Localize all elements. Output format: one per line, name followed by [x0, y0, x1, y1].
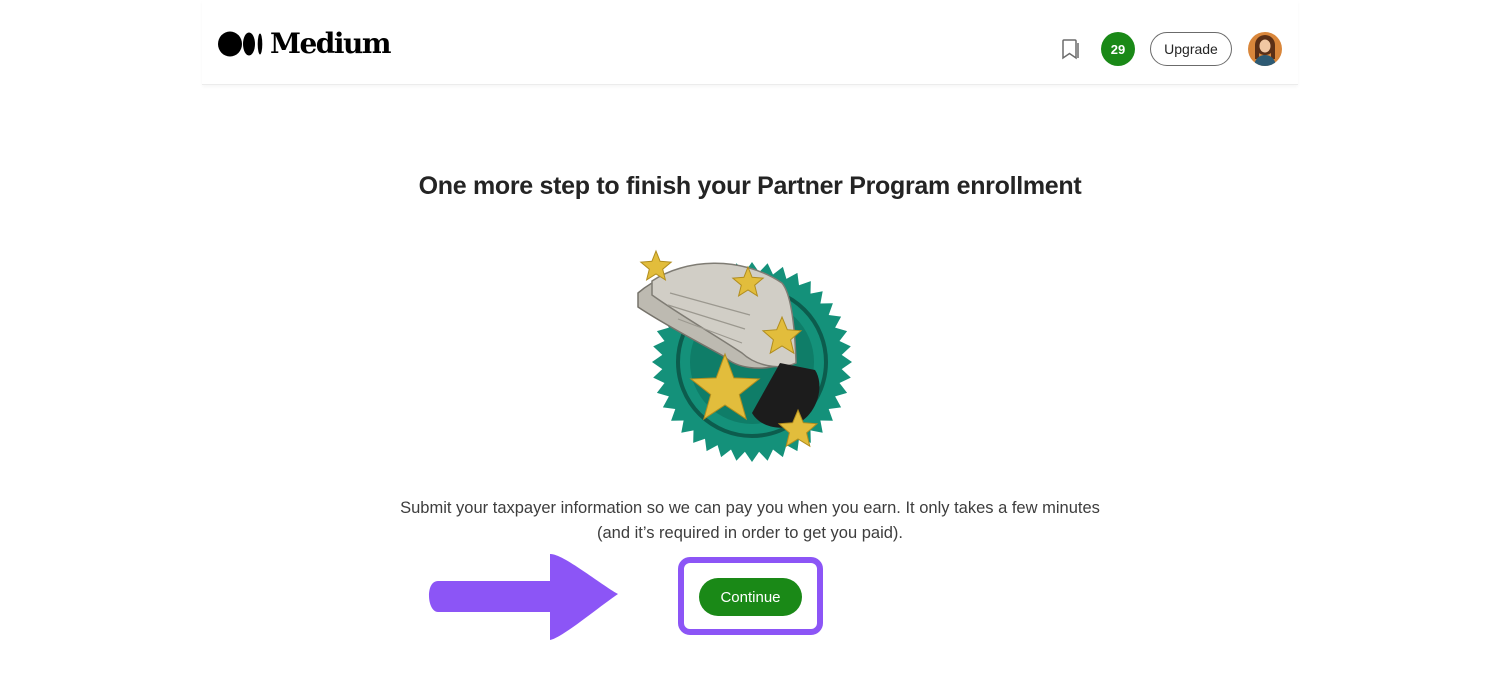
medium-logo[interactable]: Medium — [218, 27, 392, 60]
avatar[interactable] — [1248, 32, 1282, 66]
notification-count-badge[interactable]: 29 — [1101, 32, 1135, 66]
arrow-annotation — [428, 553, 618, 640]
clapping-hands-badge-illustration — [637, 249, 852, 462]
logo-wordmark: Medium — [270, 27, 392, 60]
page-title: One more step to finish your Partner Pro… — [418, 172, 1082, 200]
bookmark-icon[interactable] — [1060, 37, 1082, 61]
description-text: Submit your taxpayer information so we c… — [400, 499, 1100, 542]
upgrade-button[interactable]: Upgrade — [1150, 32, 1232, 66]
continue-button[interactable]: Continue — [699, 578, 802, 616]
medium-logo-icon — [218, 31, 263, 57]
top-nav-bar: Medium 29 Upgrade — [202, 0, 1298, 85]
